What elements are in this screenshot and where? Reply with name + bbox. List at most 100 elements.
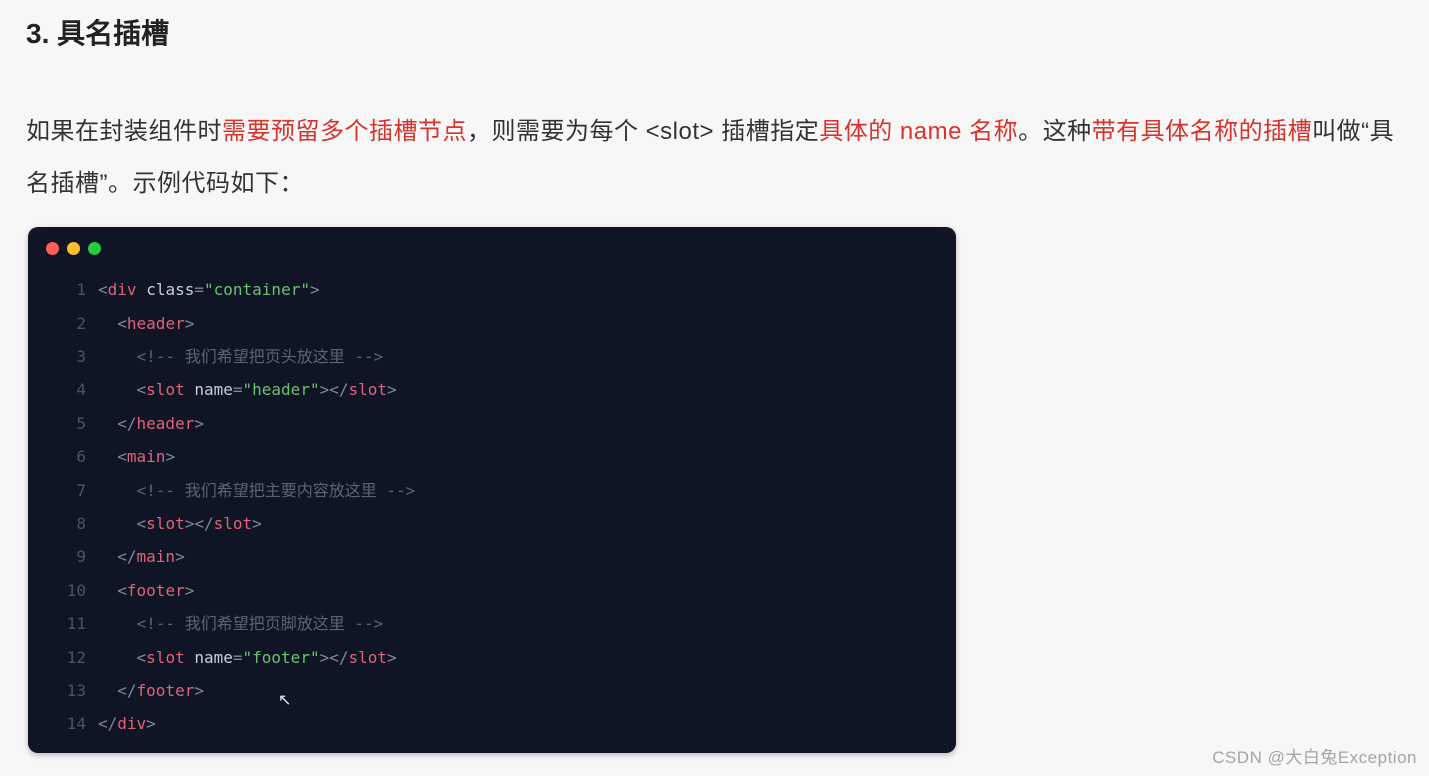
code-token: < [98, 280, 108, 299]
window-dot-close-icon [46, 242, 59, 255]
line-number: 1 [28, 273, 98, 306]
code-token: slot [146, 514, 185, 533]
code-token [98, 314, 117, 333]
code-token: > [320, 380, 330, 399]
intro-highlight-2: 具体的 name 名称 [819, 118, 1018, 145]
line-number: 14 [28, 707, 98, 740]
code-token: </ [329, 380, 348, 399]
code-token: slot [214, 514, 253, 533]
code-token [185, 648, 195, 667]
code-content: </div> [98, 707, 956, 740]
line-number: 13 [28, 674, 98, 707]
code-line: 2 <header> [28, 307, 956, 340]
code-token: > [320, 648, 330, 667]
code-token: footer [127, 581, 185, 600]
code-token [98, 414, 117, 433]
line-number: 5 [28, 407, 98, 440]
code-line: 10 <footer> [28, 574, 956, 607]
code-token: < [137, 380, 147, 399]
code-line: 4 <slot name="header"></slot> [28, 373, 956, 406]
code-token: slot [348, 648, 387, 667]
code-line: 9 </main> [28, 540, 956, 573]
code-token: > [146, 714, 156, 733]
code-token: div [108, 280, 137, 299]
code-token [98, 648, 137, 667]
code-token: = [233, 380, 243, 399]
code-token: > [252, 514, 262, 533]
code-token: slot [146, 648, 185, 667]
code-content: <slot></slot> [98, 507, 956, 540]
code-content: <!-- 我们希望把页脚放这里 --> [98, 607, 956, 640]
intro-highlight-3: 带有具体名称的插槽 [1092, 118, 1313, 145]
code-token: <!-- 我们希望把页脚放这里 --> [137, 614, 384, 633]
line-number: 3 [28, 340, 98, 373]
code-token: main [137, 547, 176, 566]
code-content: <!-- 我们希望把页头放这里 --> [98, 340, 956, 373]
code-line: 7 <!-- 我们希望把主要内容放这里 --> [28, 474, 956, 507]
code-token: <!-- 我们希望把页头放这里 --> [137, 347, 384, 366]
code-token [98, 347, 137, 366]
line-number: 12 [28, 641, 98, 674]
code-token: name [194, 648, 233, 667]
code-body: 1<div class="container">2 <header>3 <!--… [28, 269, 956, 753]
code-token: </ [117, 414, 136, 433]
code-token [98, 380, 137, 399]
line-number: 11 [28, 607, 98, 640]
code-line: 6 <main> [28, 440, 956, 473]
code-token: < [117, 447, 127, 466]
code-token: <!-- 我们希望把主要内容放这里 --> [137, 481, 416, 500]
code-token: > [175, 547, 185, 566]
code-token: header [137, 414, 195, 433]
code-content: <!-- 我们希望把主要内容放这里 --> [98, 474, 956, 507]
code-token: class [146, 280, 194, 299]
code-token: < [117, 581, 127, 600]
code-token: < [117, 314, 127, 333]
code-line: 11 <!-- 我们希望把页脚放这里 --> [28, 607, 956, 640]
code-content: <div class="container"> [98, 273, 956, 306]
code-content: <main> [98, 440, 956, 473]
code-token: = [194, 280, 204, 299]
intro-paragraph: 如果在封装组件时需要预留多个插槽节点，则需要为每个 <slot> 插槽指定具体的… [26, 106, 1403, 209]
intro-highlight-1: 需要预留多个插槽节点 [222, 118, 467, 145]
code-token: > [165, 447, 175, 466]
intro-text-1: 如果在封装组件时 [26, 118, 222, 145]
code-content: </main> [98, 540, 956, 573]
watermark-text: CSDN @大白兔Exception [1212, 743, 1417, 768]
code-token: > [185, 581, 195, 600]
code-token: slot [146, 380, 185, 399]
section-title: 3. 具名插槽 [26, 12, 1403, 52]
code-line: 5 </header> [28, 407, 956, 440]
window-dot-minimize-icon [67, 242, 80, 255]
code-content: <footer> [98, 574, 956, 607]
line-number: 4 [28, 373, 98, 406]
window-dot-zoom-icon [88, 242, 101, 255]
code-token: div [117, 714, 146, 733]
code-token: < [137, 514, 147, 533]
code-token: = [233, 648, 243, 667]
code-token [137, 280, 147, 299]
code-line: 14</div> [28, 707, 956, 740]
code-line: 12 <slot name="footer"></slot> [28, 641, 956, 674]
code-token: slot [348, 380, 387, 399]
code-token: name [194, 380, 233, 399]
line-number: 7 [28, 474, 98, 507]
code-titlebar [28, 227, 956, 269]
code-token: > [185, 314, 195, 333]
code-token: </ [98, 714, 117, 733]
code-token: > [194, 414, 204, 433]
line-number: 6 [28, 440, 98, 473]
code-token: "container" [204, 280, 310, 299]
code-block: 1<div class="container">2 <header>3 <!--… [28, 227, 956, 753]
code-token: </ [194, 514, 213, 533]
code-token: < [137, 648, 147, 667]
code-token: > [194, 681, 204, 700]
code-token: "header" [243, 380, 320, 399]
code-token: "footer" [243, 648, 320, 667]
code-token [98, 681, 117, 700]
code-token [98, 481, 137, 500]
intro-text-3: 。这种 [1018, 118, 1092, 145]
code-token [98, 514, 137, 533]
document-page: 3. 具名插槽 如果在封装组件时需要预留多个插槽节点，则需要为每个 <slot>… [0, 0, 1429, 776]
code-token: </ [329, 648, 348, 667]
line-number: 9 [28, 540, 98, 573]
